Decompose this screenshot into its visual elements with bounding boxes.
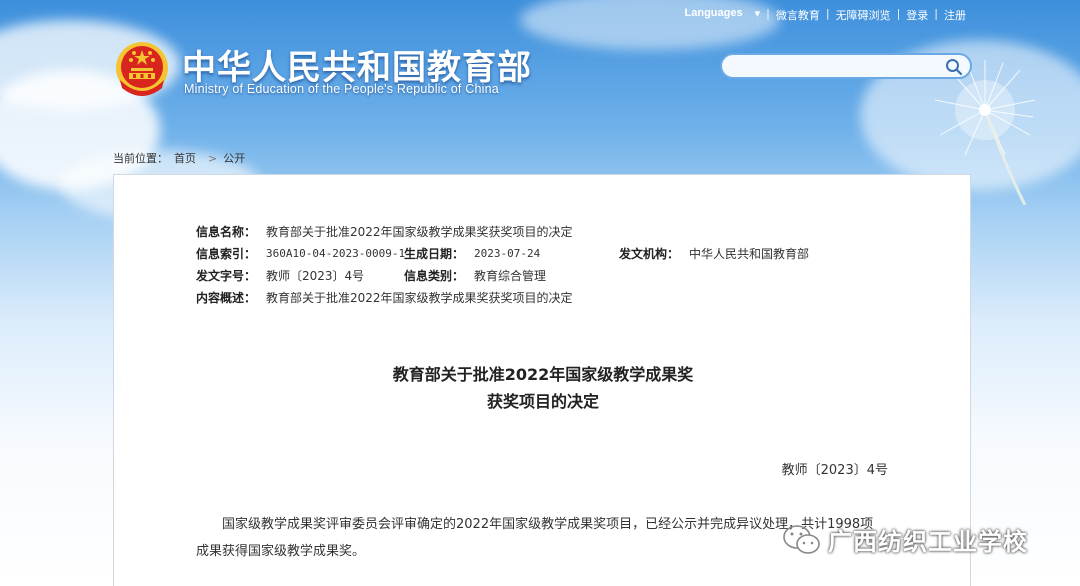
meta-category-label: 信息类别： [404,269,465,283]
meta-issuer-value: 中华人民共和国教育部 [689,247,810,261]
top-nav: Languages ▾ | 微言教育 | 无障碍浏览 | 登录 | 注册 [679,7,972,23]
meta-date-value: 2023-07-24 [474,247,541,260]
accessibility-link[interactable]: 无障碍浏览 [830,7,897,23]
login-link[interactable]: 登录 [900,7,934,23]
meta-index-value: 360A10-04-2023-0009-1 [266,247,406,260]
meta-category-value: 教育综合管理 [474,269,547,283]
nav-divider: | [934,7,938,20]
site-subtitle: Ministry of Education of the People's Re… [184,82,499,96]
nav-divider: | [825,7,830,20]
watermark-text: 广西纺织工业学校 [828,528,1028,556]
breadcrumb-prefix: 当前位置： [113,152,168,165]
search-box [720,53,972,79]
wechat-icon [783,524,820,554]
weiyan-education-link[interactable]: 微言教育 [770,7,826,23]
meta-row-docno: 发文字号： 教师〔2023〕4号 信息类别： 教育综合管理 [196,265,896,287]
document-title: 教育部关于批准2022年国家级教学成果奖 获奖项目的决定 [114,361,972,415]
meta-summary-label: 内容概述： [196,291,257,305]
document-body-paragraph: 国家级教学成果奖评审委员会评审确定的2022年国家级教学成果奖项目，已经公示并完… [196,517,874,559]
breadcrumb: 当前位置： 首页 > 公开 [113,150,251,166]
chevron-right-icon: > [208,152,218,165]
meta-name-label: 信息名称： [196,225,257,239]
document-title-line-1: 教育部关于批准2022年国家级教学成果奖 [392,365,694,384]
national-emblem-logo[interactable] [114,40,170,98]
meta-date-label: 生成日期： [404,247,465,261]
meta-docno-label: 发文字号： [196,269,257,283]
register-link[interactable]: 注册 [938,7,972,23]
meta-summary-value: 教育部关于批准2022年国家级教学成果奖获奖项目的决定 [266,291,573,305]
document-metadata: 信息名称： 教育部关于批准2022年国家级教学成果奖获奖项目的决定 信息索引： … [196,221,896,309]
languages-dropdown-icon[interactable]: ▾ [749,7,767,23]
meta-row-index: 信息索引： 360A10-04-2023-0009-1 生成日期： 2023-0… [196,243,896,265]
document-title-line-2: 获奖项目的决定 [486,392,599,411]
meta-row-summary: 内容概述： 教育部关于批准2022年国家级教学成果奖获奖项目的决定 [196,287,896,309]
breadcrumb-home[interactable]: 首页 [174,152,196,165]
search-input[interactable] [732,58,942,76]
meta-index-label: 信息索引： [196,247,257,261]
languages-link[interactable]: Languages [679,7,749,23]
meta-row-name: 信息名称： 教育部关于批准2022年国家级教学成果奖获奖项目的决定 [196,221,896,243]
meta-docno-value: 教师〔2023〕4号 [266,269,365,283]
nav-divider: | [896,7,901,20]
meta-issuer-label: 发文机构： [619,247,680,261]
search-icon[interactable] [944,57,964,77]
nav-divider: | [766,7,770,20]
wechat-watermark: 广西纺织工业学校 [782,522,1028,557]
breadcrumb-public[interactable]: 公开 [223,152,245,165]
meta-name-value: 教育部关于批准2022年国家级教学成果奖获奖项目的决定 [266,225,573,239]
document-number: 教师〔2023〕4号 [781,463,888,478]
